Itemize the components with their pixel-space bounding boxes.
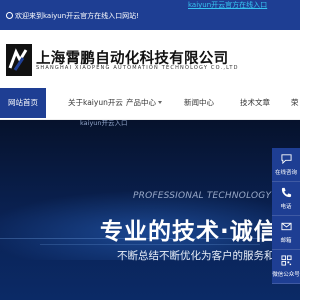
nav-item-products-label: 产品中心 [126, 98, 156, 107]
float-item-label: 在线咨询 [274, 170, 297, 176]
site-header: 上海霄鹏自动化科技有限公司 SHANGHAI XIAOPENG AUTOMATI… [0, 30, 300, 88]
qrcode-icon [281, 255, 292, 266]
nav-item-products[interactable]: 产品中心 [126, 88, 162, 118]
nav-item-news[interactable]: 新闻中心 [184, 88, 214, 118]
top-bar: 欢迎来到kaiyun开云官方在线入口网站! kaiyun开云官方在线入口 [0, 0, 300, 30]
floating-contact-panel: 在线咨询 电话 邮箱 微信公众号 [272, 148, 300, 284]
float-item-mail[interactable]: 邮箱 [272, 216, 300, 250]
nav-item-about-label: 关于kaiyun开云 [68, 98, 123, 107]
float-item-wechat[interactable]: 微信公众号 [272, 250, 300, 284]
chat-icon [281, 154, 292, 164]
info-icon [6, 12, 13, 19]
nav-item-about[interactable]: 关于kaiyun开云 [68, 88, 123, 118]
portal-link[interactable]: kaiyun开云官方在线入口 [184, 0, 272, 10]
hero-tagline: 专业的技术·诚信 [100, 219, 278, 245]
dropdown-peek[interactable]: kaiyun开云入口 [80, 120, 128, 128]
nav-item-articles[interactable]: 技术文章 [240, 88, 270, 118]
company-name-en: SHANGHAI XIAOPENG AUTOMATION TECHNOLOGY … [36, 65, 239, 71]
hero-banner: kaiyun开云入口 PROFESSIONAL TECHNOLOGY & HON… [0, 120, 300, 300]
chevron-down-icon [158, 101, 162, 104]
mail-icon [281, 222, 292, 231]
float-item-consult[interactable]: 在线咨询 [272, 148, 300, 182]
hero-subtitle: 不断总结不断优化为客户的服务和一 [117, 250, 285, 262]
main-nav: 网站首页 关于kaiyun开云 产品中心 新闻中心 技术文章 荣 [0, 88, 300, 120]
float-item-label: 邮箱 [280, 238, 292, 244]
phone-icon [281, 187, 292, 198]
nav-item-honor[interactable]: 荣 [291, 88, 299, 118]
float-item-label: 微信公众号 [272, 272, 300, 278]
welcome-label: 欢迎来到kaiyun开云官方在线入口网站! [15, 12, 139, 20]
welcome-text: 欢迎来到kaiyun开云官方在线入口网站! [6, 11, 139, 21]
float-item-phone[interactable]: 电话 [272, 182, 300, 216]
logo-icon[interactable] [6, 44, 32, 76]
nav-item-home[interactable]: 网站首页 [0, 88, 46, 118]
float-item-label: 电话 [280, 204, 292, 210]
